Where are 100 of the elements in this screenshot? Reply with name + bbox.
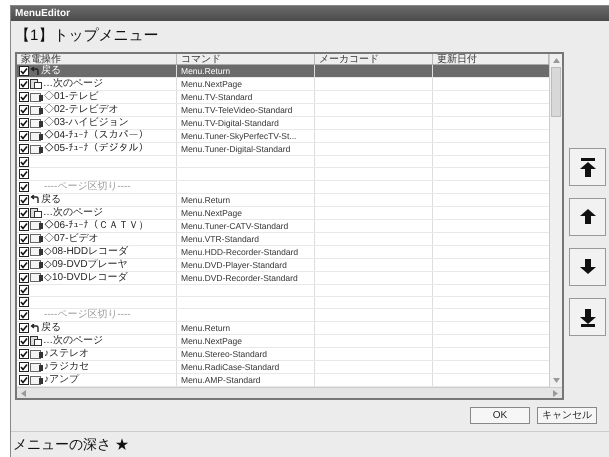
- device-icon: [30, 106, 43, 114]
- checkbox[interactable]: [19, 208, 29, 218]
- command-text: Menu.AMP-Standard: [181, 374, 260, 386]
- checkbox[interactable]: [19, 336, 29, 346]
- table-row[interactable]: …次のページ Menu.NextPage: [17, 335, 549, 348]
- command-text: Menu.HDD-Recorder-Standard: [181, 246, 298, 258]
- move-down-button[interactable]: [569, 248, 606, 286]
- table-row[interactable]: …次のページ Menu.NextPage: [17, 206, 549, 220]
- scroll-right-icon: [553, 390, 558, 396]
- move-up-button[interactable]: [569, 198, 606, 236]
- page-icon: [30, 208, 42, 218]
- item-label: ◇10-DVDレコーダ: [44, 272, 128, 284]
- page-icon: [30, 79, 42, 89]
- window-title: MenuEditor: [15, 7, 70, 21]
- checkbox[interactable]: [19, 131, 29, 141]
- item-label: ◇07-ビデオ: [44, 232, 98, 244]
- move-bottom-button[interactable]: [569, 298, 606, 336]
- checkbox[interactable]: [19, 362, 29, 372]
- item-label: ◇05-ﾁｭｰﾅ（デジタル）: [44, 143, 148, 155]
- table-row[interactable]: ◇08-HDDレコーダ Menu.HDD-Recorder-Standard: [17, 246, 549, 258]
- table-row[interactable]: ◇06-ﾁｭｰﾅ（ＣＡＴＶ） Menu.Tuner-CATV-Standard: [17, 220, 549, 232]
- checkbox[interactable]: [19, 156, 29, 167]
- device-icon: [30, 118, 43, 128]
- vertical-scrollbar[interactable]: [549, 54, 562, 387]
- device-icon: [30, 144, 43, 154]
- table-row[interactable]: ♪ステレオ Menu.Stereo-Standard: [17, 348, 549, 361]
- page-icon: [30, 336, 42, 346]
- command-text: Menu.DVD-Recorder-Standard: [181, 272, 298, 284]
- device-icon: [30, 132, 43, 140]
- cancel-button[interactable]: キャンセル: [537, 407, 597, 424]
- command-text: Menu.NextPage: [181, 206, 242, 218]
- checkbox[interactable]: [19, 118, 29, 128]
- checkbox[interactable]: [19, 297, 29, 308]
- checkbox[interactable]: [19, 144, 29, 154]
- checkbox[interactable]: [19, 66, 29, 76]
- command-text: Menu.VTR-Standard: [181, 232, 259, 244]
- command-text: Menu.NextPage: [181, 335, 242, 347]
- checkbox[interactable]: [19, 194, 29, 204]
- checkbox[interactable]: [19, 168, 29, 179]
- arrow-down-icon: [578, 306, 596, 328]
- return-arrow-icon: [30, 66, 40, 76]
- table-row[interactable]: ◇03-ハイビジョン Menu.TV-Digital-Standard: [17, 117, 549, 130]
- command-text: Menu.Return: [181, 194, 230, 206]
- column-header[interactable]: メーカコード: [315, 54, 433, 64]
- checkbox[interactable]: [19, 272, 29, 282]
- checkbox[interactable]: [19, 234, 29, 244]
- checkbox[interactable]: [19, 375, 29, 385]
- table-row[interactable]: …次のページ Menu.NextPage: [17, 78, 549, 91]
- checkbox[interactable]: [19, 323, 29, 333]
- scroll-up-icon: [552, 58, 560, 63]
- command-text: Menu.NextPage: [181, 78, 242, 90]
- item-label: ◇06-ﾁｭｰﾅ（ＣＡＴＶ）: [44, 220, 148, 232]
- item-label: ◇03-ハイビジョン: [44, 117, 128, 129]
- checkbox[interactable]: [19, 310, 29, 320]
- item-label: …次のページ: [43, 335, 103, 347]
- table-row[interactable]: ◇04-ﾁｭｰﾅ（スカパー） Menu.Tuner-SkyPerfecTV-St...: [17, 130, 549, 143]
- checkbox[interactable]: [19, 79, 29, 89]
- checkbox[interactable]: [19, 349, 29, 359]
- table-row[interactable]: ◇02-テレビデオ Menu.TV-TeleVideo-Standard: [17, 104, 549, 117]
- checkbox[interactable]: [19, 220, 29, 230]
- item-label: ◇01-テレビ: [44, 91, 98, 103]
- ok-button[interactable]: OK: [470, 407, 530, 424]
- checkbox[interactable]: [19, 105, 29, 115]
- table-row[interactable]: ◇10-DVDレコーダ Menu.DVD-Recorder-Standard: [17, 272, 549, 284]
- column-header[interactable]: コマンド: [177, 54, 315, 64]
- checkbox[interactable]: [19, 285, 29, 296]
- item-label: ◇04-ﾁｭｰﾅ（スカパー）: [44, 130, 148, 142]
- checkbox[interactable]: [19, 92, 29, 102]
- command-text: Menu.Return: [181, 322, 230, 334]
- device-icon: [30, 260, 43, 269]
- command-text: Menu.Tuner-Digital-Standard: [181, 143, 290, 155]
- command-text: Menu.RadiCase-Standard: [181, 361, 280, 373]
- return-arrow-icon: [30, 195, 40, 204]
- item-label: ♪ラジカセ: [44, 361, 89, 373]
- arrow-up-icon: [578, 156, 596, 178]
- device-icon: [30, 376, 43, 384]
- device-icon: [30, 234, 43, 243]
- menu-heading: 【1】トップメニュー: [15, 27, 158, 44]
- table-row[interactable]: ◇01-テレビ Menu.TV-Standard: [17, 91, 549, 104]
- table-row[interactable]: ◇05-ﾁｭｰﾅ（デジタル） Menu.Tuner-Digital-Standard: [17, 143, 549, 156]
- item-label: …次のページ: [43, 78, 103, 90]
- checkbox[interactable]: [19, 246, 29, 256]
- command-text: Menu.Return: [181, 65, 230, 77]
- command-text: Menu.DVD-Player-Standard: [181, 258, 287, 270]
- item-label: ♪ステレオ: [44, 348, 89, 360]
- table-row[interactable]: ♪ラジカセ Menu.RadiCase-Standard: [17, 361, 549, 374]
- horizontal-scrollbar[interactable]: [17, 387, 562, 398]
- item-label: ----ページ区切り----: [44, 309, 131, 321]
- command-text: Menu.TV-TeleVideo-Standard: [181, 104, 292, 116]
- item-label: ◇02-テレビデオ: [44, 104, 118, 116]
- scroll-left-icon: [21, 390, 26, 396]
- checkbox[interactable]: [19, 260, 29, 270]
- command-text: Menu.Stereo-Standard: [181, 348, 267, 360]
- table-row[interactable]: ◇07-ビデオ Menu.VTR-Standard: [17, 232, 549, 246]
- scroll-thumb[interactable]: [551, 67, 561, 117]
- device-icon: [30, 350, 43, 358]
- command-text: Menu.Tuner-SkyPerfecTV-St...: [181, 130, 296, 142]
- move-top-button[interactable]: [569, 148, 606, 186]
- checkbox[interactable]: [19, 182, 29, 192]
- device-icon: [30, 92, 43, 102]
